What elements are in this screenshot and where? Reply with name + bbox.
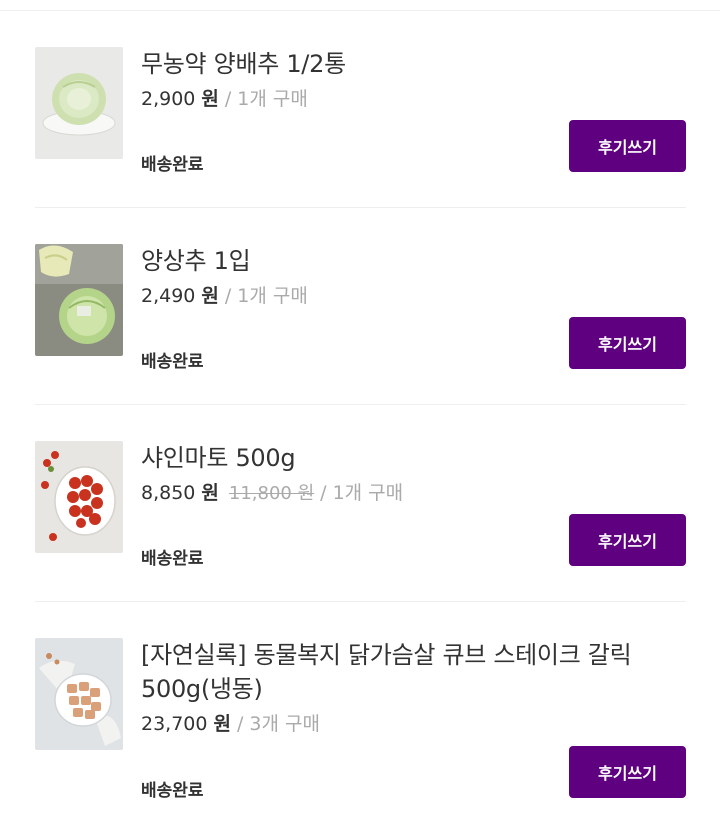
price: 23,700 — [141, 713, 208, 735]
write-review-button[interactable]: 후기쓰기 — [569, 317, 686, 369]
order-item: 양상추 1입 2,490 원/1개 구매 배송완료 후기쓰기 — [35, 244, 686, 384]
currency: 원 — [213, 713, 231, 735]
price-line: 2,900 원/1개 구매 — [141, 88, 308, 110]
lettuce-image[interactable] — [35, 244, 123, 356]
product-name[interactable]: [자연실록] 동물복지 닭가슴살 큐브 스테이크 갈릭 500g(냉동) — [141, 638, 686, 706]
write-review-button[interactable]: 후기쓰기 — [569, 514, 686, 566]
item-divider — [35, 207, 686, 208]
price: 8,850 — [141, 482, 196, 504]
delivery-status: 배송완료 — [141, 155, 204, 175]
order-info: 샤인마토 500g 8,850 원 11,800 원/1개 구매 — [141, 441, 686, 508]
product-name[interactable]: 양상추 1입 — [141, 244, 686, 278]
product-name[interactable]: 샤인마토 500g — [141, 441, 686, 475]
price: 2,900 — [141, 88, 196, 110]
delivery-status: 배송완료 — [141, 781, 204, 801]
price-line: 8,850 원 11,800 원/1개 구매 — [141, 482, 404, 504]
tomato-image[interactable] — [35, 441, 123, 553]
price-line: 2,490 원/1개 구매 — [141, 285, 308, 307]
product-name[interactable]: 무농약 양배추 1/2통 — [141, 47, 686, 81]
quantity: 1개 구매 — [332, 482, 404, 504]
write-review-button[interactable]: 후기쓰기 — [569, 120, 686, 172]
chicken-cube-image[interactable] — [35, 638, 123, 750]
delivery-status: 배송완료 — [141, 549, 204, 569]
price: 2,490 — [141, 285, 196, 307]
quantity: 1개 구매 — [237, 285, 308, 307]
cabbage-image[interactable] — [35, 47, 123, 159]
currency: 원 — [201, 482, 219, 504]
price-line: 23,700 원/3개 구매 — [141, 713, 320, 735]
order-item: 샤인마토 500g 8,850 원 11,800 원/1개 구매 배송완료 후기쓰기 — [35, 441, 686, 581]
currency: 원 — [201, 88, 219, 110]
item-divider — [35, 601, 686, 602]
delivery-status: 배송완료 — [141, 352, 204, 372]
item-divider — [35, 404, 686, 405]
quantity: 1개 구매 — [237, 88, 308, 110]
original-price: 11,800 원 — [228, 483, 315, 504]
order-item: 무농약 양배추 1/2통 2,900 원/1개 구매 배송완료 후기쓰기 — [35, 47, 686, 187]
order-item: [자연실록] 동물복지 닭가슴살 큐브 스테이크 갈릭 500g(냉동) 23,… — [35, 638, 686, 818]
write-review-button[interactable]: 후기쓰기 — [569, 746, 686, 798]
order-info: 무농약 양배추 1/2통 2,900 원/1개 구매 — [141, 47, 686, 113]
order-info: [자연실록] 동물복지 닭가슴살 큐브 스테이크 갈릭 500g(냉동) 23,… — [141, 638, 686, 738]
currency: 원 — [201, 285, 219, 307]
top-divider — [0, 10, 720, 11]
order-info: 양상추 1입 2,490 원/1개 구매 — [141, 244, 686, 310]
quantity: 3개 구매 — [249, 713, 320, 735]
